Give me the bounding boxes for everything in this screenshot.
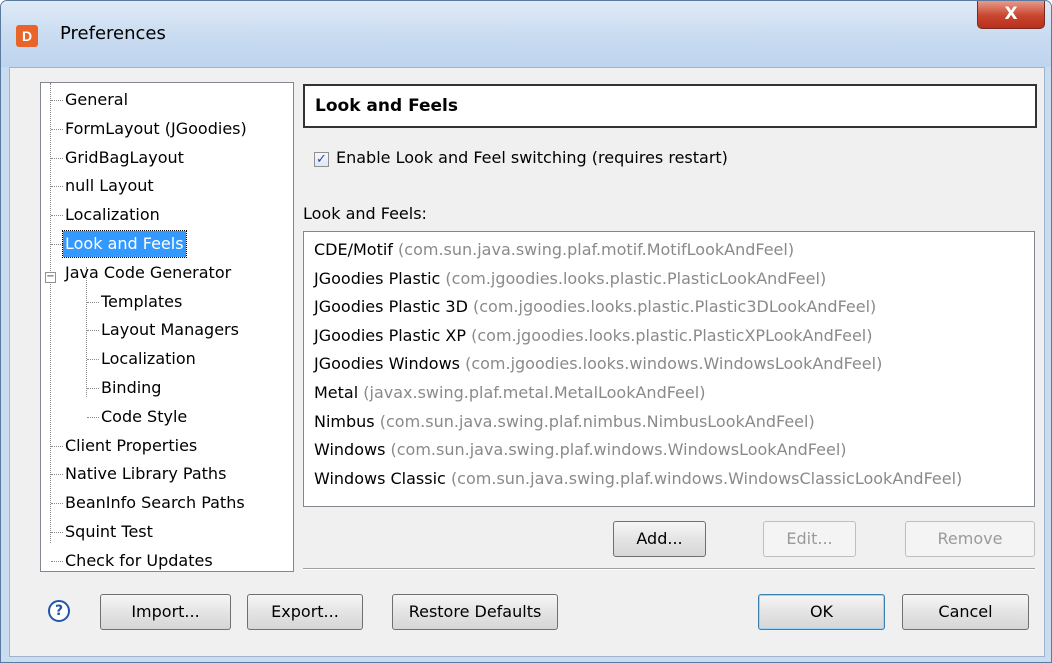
tree-line bbox=[51, 244, 63, 245]
title-bar[interactable]: D Preferences X bbox=[1, 1, 1051, 67]
page-title: Look and Feels bbox=[303, 84, 1037, 128]
import-button[interactable]: Import... bbox=[100, 594, 231, 630]
dialog-content: − General FormLayout (JGoodies) GridBagLay… bbox=[9, 67, 1045, 657]
preferences-tree[interactable]: − General FormLayout (JGoodies) GridBagLay… bbox=[40, 82, 294, 572]
tree-item[interactable]: Code Style bbox=[99, 404, 189, 430]
laf-class: (com.sun.java.swing.plaf.nimbus.NimbusLo… bbox=[379, 411, 815, 431]
look-and-feels-label: Look and Feels: bbox=[303, 204, 427, 223]
tree-line bbox=[51, 532, 63, 533]
help-icon[interactable]: ? bbox=[48, 600, 70, 622]
tree-line bbox=[51, 445, 63, 447]
remove-button[interactable]: Remove bbox=[905, 521, 1035, 557]
tree-item[interactable]: Localization bbox=[63, 202, 162, 228]
tree-item[interactable]: Binding bbox=[99, 375, 163, 401]
tree-item[interactable]: null Layout bbox=[63, 173, 156, 199]
separator bbox=[303, 568, 1035, 570]
tree-line bbox=[87, 301, 99, 303]
ok-button[interactable]: OK bbox=[758, 594, 885, 630]
laf-name: Windows Classic bbox=[314, 468, 446, 488]
laf-class: (com.sun.java.swing.plaf.motif.MotifLook… bbox=[398, 240, 795, 259]
list-item[interactable]: JGoodies Plastic XP (com.jgoodies.looks.… bbox=[314, 322, 873, 351]
close-button[interactable]: X bbox=[977, 1, 1045, 29]
tree-item[interactable]: Layout Managers bbox=[99, 317, 241, 343]
tree-item[interactable]: Check for Updates bbox=[63, 548, 215, 574]
window-title: Preferences bbox=[60, 23, 166, 44]
preferences-window: D Preferences X − General FormLayout (JGo… bbox=[0, 0, 1052, 663]
laf-class: (com.jgoodies.looks.plastic.PlasticXPLoo… bbox=[471, 325, 873, 345]
laf-name: CDE/Motif bbox=[314, 240, 393, 259]
tree-item[interactable]: Squint Test bbox=[63, 519, 155, 545]
laf-name: JGoodies Plastic bbox=[314, 268, 441, 288]
tree-line bbox=[51, 503, 63, 505]
tree-line bbox=[51, 560, 63, 562]
collapse-icon[interactable]: − bbox=[45, 272, 56, 283]
tree-line bbox=[87, 359, 99, 361]
restore-defaults-button[interactable]: Restore Defaults bbox=[392, 594, 558, 630]
laf-name: Nimbus bbox=[314, 411, 375, 431]
tree-item[interactable]: Client Properties bbox=[63, 433, 199, 459]
tree-line bbox=[86, 267, 87, 397]
list-item[interactable]: CDE/Motif (com.sun.java.swing.plaf.motif… bbox=[314, 236, 794, 265]
enable-laf-label[interactable]: Enable Look and Feel switching (requires… bbox=[336, 148, 728, 167]
tree-line bbox=[87, 388, 99, 389]
tree-line bbox=[51, 157, 63, 159]
laf-class: (com.jgoodies.looks.plastic.Plastic3DLoo… bbox=[473, 297, 877, 317]
laf-class: (com.jgoodies.looks.windows.WindowsLookA… bbox=[465, 354, 883, 374]
jformdesigner-icon: D bbox=[16, 25, 38, 47]
laf-class: (com.sun.java.swing.plaf.windows.Windows… bbox=[390, 440, 847, 460]
tree-line bbox=[87, 416, 99, 418]
enable-laf-checkbox[interactable]: ✓ bbox=[314, 152, 329, 167]
edit-button[interactable]: Edit... bbox=[763, 521, 856, 557]
list-item[interactable]: JGoodies Windows (com.jgoodies.looks.win… bbox=[314, 350, 882, 379]
add-button[interactable]: Add... bbox=[613, 521, 706, 557]
tree-line bbox=[51, 100, 63, 101]
list-item[interactable]: Windows (com.sun.java.swing.plaf.windows… bbox=[314, 436, 847, 465]
laf-class: (javax.swing.plaf.metal.MetalLookAndFeel… bbox=[363, 383, 706, 402]
tree-item[interactable]: General bbox=[63, 87, 130, 113]
tree-item[interactable]: FormLayout (JGoodies) bbox=[63, 116, 249, 142]
list-item[interactable]: Metal (javax.swing.plaf.metal.MetalLookA… bbox=[314, 379, 705, 408]
tree-line bbox=[51, 474, 63, 476]
tree-item[interactable]: GridBagLayout bbox=[63, 145, 186, 171]
laf-name: JGoodies Plastic XP bbox=[314, 325, 467, 345]
tree-line bbox=[51, 215, 63, 217]
laf-name: JGoodies Plastic 3D bbox=[314, 297, 468, 317]
tree-item[interactable]: BeanInfo Search Paths bbox=[63, 490, 247, 516]
laf-class: (com.sun.java.swing.plaf.windows.Windows… bbox=[450, 468, 963, 488]
tree-item[interactable]: Templates bbox=[99, 289, 184, 315]
cancel-button[interactable]: Cancel bbox=[902, 594, 1029, 630]
laf-class: (com.jgoodies.looks.plastic.PlasticLookA… bbox=[445, 268, 827, 288]
list-item[interactable]: Nimbus (com.sun.java.swing.plaf.nimbus.N… bbox=[314, 408, 815, 437]
list-item[interactable]: JGoodies Plastic (com.jgoodies.looks.pla… bbox=[314, 265, 826, 294]
tree-item[interactable]: Native Library Paths bbox=[63, 461, 228, 487]
list-item[interactable]: JGoodies Plastic 3D (com.jgoodies.looks.… bbox=[314, 293, 876, 322]
tree-item[interactable]: Localization bbox=[99, 346, 198, 372]
list-item[interactable]: Windows Classic (com.sun.java.swing.plaf… bbox=[314, 465, 962, 494]
laf-name: JGoodies Windows bbox=[314, 354, 460, 374]
tree-line bbox=[51, 186, 63, 188]
export-button[interactable]: Export... bbox=[247, 594, 363, 630]
laf-name: Windows bbox=[314, 440, 386, 460]
tree-item[interactable]: Look and Feels bbox=[62, 230, 187, 258]
tree-item[interactable]: Java Code Generator bbox=[63, 260, 233, 286]
tree-line bbox=[87, 330, 99, 332]
tree-line bbox=[51, 128, 63, 130]
look-and-feels-list[interactable]: CDE/Motif (com.sun.java.swing.plaf.motif… bbox=[303, 231, 1035, 507]
laf-name: Metal bbox=[314, 383, 359, 402]
